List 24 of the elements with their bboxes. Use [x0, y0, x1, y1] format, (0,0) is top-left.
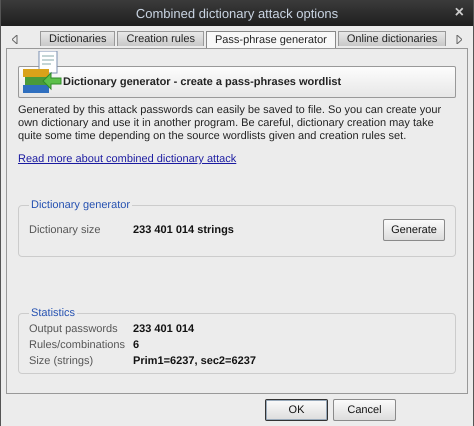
scroll-right-icon[interactable] [456, 35, 462, 44]
close-button[interactable]: × [452, 4, 467, 22]
description-text: Generated by this attack passwords can easily be saved to file. So you can create your own dictionary and use it in another program. Be careful, dictionary creation may take quite some time depending on the source wordlists given and creation rules set. [18, 104, 442, 143]
ok-button[interactable]: OK [265, 399, 328, 421]
stat-value: 233 401 014 [133, 323, 194, 335]
scroll-left-icon[interactable] [12, 35, 18, 44]
stat-value: 6 [133, 339, 140, 351]
tab[interactable]: Online dictionaries [338, 31, 446, 46]
group-title: Statistics [30, 307, 76, 319]
window-title: Combined dictionary attack options [136, 6, 338, 20]
read-more-link[interactable]: Read more about combined dictionary attack [18, 153, 236, 165]
tab[interactable]: Pass-phrase generator [206, 31, 336, 48]
stat-value: Prim1=6237, sec2=6237 [133, 355, 256, 367]
stat-label: Rules/combinations [29, 339, 126, 351]
generate-button[interactable]: Generate [383, 219, 445, 241]
stat-label: Output passwords [29, 323, 119, 335]
dictionary-size-value: 233 401 014 strings [133, 224, 234, 236]
header-title: Dictionary generator - create a pass-phrases wordlist [63, 76, 342, 88]
tab[interactable]: Dictionaries [40, 31, 116, 46]
stat-label: Size (strings) [29, 355, 94, 367]
cancel-button[interactable]: Cancel [333, 399, 396, 421]
group-title: Dictionary generator [30, 199, 132, 211]
tab[interactable]: Creation rules [117, 31, 204, 46]
field-label: Dictionary size [29, 224, 102, 236]
